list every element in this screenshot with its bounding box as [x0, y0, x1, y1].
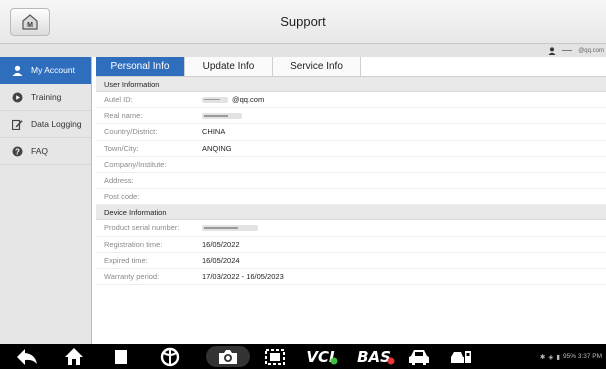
row-address: Address: [96, 173, 606, 190]
system-nav-bar: VCI BAS ✱ ◈ ▮ 95% 3:37 PM [0, 344, 606, 369]
play-icon [11, 91, 23, 103]
sidebar-item-label: Data Logging [31, 119, 82, 129]
sidebar-item-my-account[interactable]: My Account [0, 57, 91, 84]
home-button[interactable]: M [10, 8, 50, 36]
row-country: Country/District: CHINA [96, 124, 606, 141]
field-label: Company/Institute: [104, 159, 167, 169]
user-info: @qq.com [548, 44, 604, 57]
bas-label: BAS [357, 347, 391, 366]
field-value [202, 224, 258, 231]
camera-icon[interactable] [206, 346, 250, 367]
battery-icon: ▮ [556, 353, 560, 361]
tab-personal-info[interactable]: Personal Info [96, 57, 185, 76]
autel-id-value: @qq.com [232, 95, 265, 105]
field-label: Warranty period: [104, 271, 160, 281]
field-label: Country/District: [104, 127, 158, 137]
sidebar-item-label: Training [31, 92, 62, 102]
field-label: Registration time: [104, 239, 163, 249]
diagnostics-icon[interactable] [446, 346, 476, 367]
vci-icon[interactable]: VCI [298, 346, 346, 367]
edit-icon [11, 118, 23, 130]
sidebar-item-data-logging[interactable]: Data Logging [0, 111, 91, 138]
question-icon: ? [11, 145, 23, 157]
bluetooth-icon: ✱ [539, 353, 546, 361]
svg-text:?: ? [15, 147, 20, 156]
recent-apps-icon[interactable] [112, 346, 130, 367]
row-autel-id: Autel ID: @qq.com [96, 92, 606, 109]
title-bar: Support M [0, 0, 606, 44]
user-icon [548, 46, 556, 55]
row-company: Company/Institute: [96, 157, 606, 173]
field-label: Expired time: [104, 255, 148, 265]
field-label: Product serial number: [104, 223, 180, 233]
field-label: Town/City: [104, 143, 139, 153]
field-label: Autel ID: [104, 95, 133, 105]
row-registration-time: Registration time: 16/05/2022 [96, 237, 606, 253]
section-device-information: Device Information [96, 205, 606, 221]
tab-bar: Personal Info Update Info Service Info [96, 57, 606, 77]
sidebar-item-faq[interactable]: ? FAQ [0, 138, 91, 165]
user-name-redacted [562, 50, 573, 51]
field-value: @qq.com [202, 95, 264, 104]
row-warranty-period: Warranty period: 17/03/2022 - 16/05/2023 [96, 269, 606, 286]
field-value: ANQING [202, 143, 232, 153]
tab-bar-filler [361, 57, 606, 76]
field-value: 16/05/2022 [202, 239, 240, 249]
row-post-code: Post code: [96, 189, 606, 206]
home-nav-icon[interactable] [62, 346, 86, 367]
home-icon: M [22, 14, 38, 30]
redacted-text [202, 96, 228, 103]
field-value [202, 112, 242, 119]
row-serial-number: Product serial number: [96, 220, 606, 237]
field-value: 16/05/2024 [202, 255, 240, 265]
browser-icon[interactable] [158, 346, 182, 367]
vehicle-icon[interactable] [404, 346, 434, 367]
bas-status-dot [387, 357, 395, 364]
account-bar: @qq.com [0, 44, 606, 57]
sidebar: My Account Training Data Logging ? FAQ [0, 57, 92, 344]
field-label: Real name: [104, 111, 143, 121]
redacted-text [202, 224, 258, 231]
tab-service-info[interactable]: Service Info [273, 57, 361, 76]
main-panel: Personal Info Update Info Service Info U… [96, 57, 606, 344]
status-area: ✱ ◈ ▮ 95% 3:37 PM [540, 344, 602, 369]
sidebar-item-label: My Account [31, 65, 75, 75]
field-value: CHINA [202, 127, 226, 137]
row-expired-time: Expired time: 16/05/2024 [96, 253, 606, 269]
redacted-text [202, 112, 242, 119]
screen-capture-icon[interactable] [262, 346, 288, 367]
status-text: 95% 3:37 PM [562, 353, 602, 360]
section-user-information: User Information [96, 77, 606, 92]
sidebar-item-training[interactable]: Training [0, 84, 91, 111]
row-real-name: Real name: [96, 108, 606, 125]
row-town: Town/City: ANQING [96, 141, 606, 157]
field-value: 17/03/2022 - 16/05/2023 [202, 271, 284, 281]
person-icon [11, 64, 23, 76]
field-label: Post code: [104, 192, 140, 202]
field-label: Address: [104, 176, 134, 186]
wifi-icon: ◈ [548, 353, 554, 361]
page-title: Support [280, 14, 326, 29]
tab-update-info[interactable]: Update Info [185, 57, 273, 76]
vci-status-dot [330, 357, 338, 364]
back-icon[interactable] [14, 346, 40, 367]
sidebar-item-label: FAQ [31, 146, 49, 156]
bas-icon[interactable]: BAS [352, 346, 400, 367]
svg-text:M: M [27, 22, 33, 29]
user-email: @qq.com [578, 47, 604, 54]
